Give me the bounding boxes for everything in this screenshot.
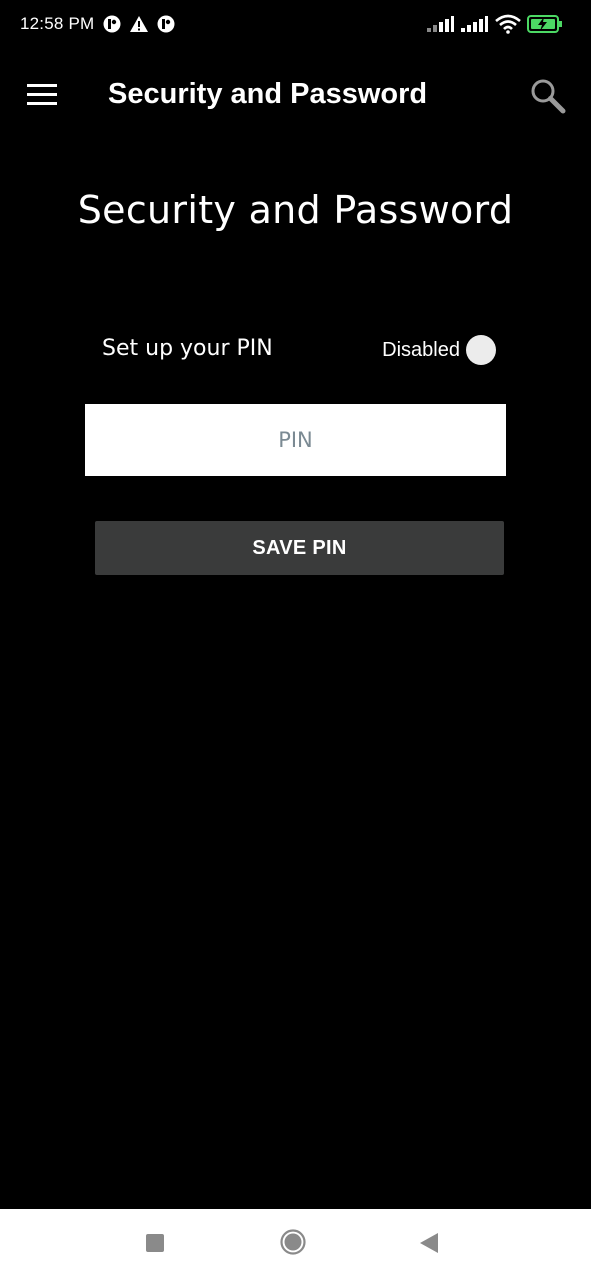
recent-apps-icon[interactable] xyxy=(146,1234,164,1252)
battery-charging-icon xyxy=(527,14,563,34)
status-notification-icons xyxy=(103,15,175,33)
toggle-knob[interactable] xyxy=(466,335,496,365)
status-time: 12:58 PM xyxy=(20,14,95,33)
notification-app-icon xyxy=(103,15,121,33)
warning-icon xyxy=(129,15,149,33)
app-bar: Security and Password xyxy=(0,60,591,132)
pin-toggle-status: Disabled xyxy=(382,338,460,361)
pin-input[interactable] xyxy=(85,404,506,476)
cell-signal-icon xyxy=(427,15,455,33)
notification-app-icon xyxy=(157,15,175,33)
app-bar-title: Security and Password xyxy=(108,78,428,110)
hamburger-menu-icon[interactable] xyxy=(27,82,57,106)
pin-enable-toggle[interactable]: Disabled xyxy=(382,334,496,366)
search-icon[interactable] xyxy=(530,78,566,114)
save-pin-button[interactable]: SAVE PIN xyxy=(95,521,504,575)
cell-signal-icon xyxy=(461,15,489,33)
back-icon[interactable] xyxy=(419,1232,439,1254)
wifi-icon xyxy=(495,14,521,34)
status-system-icons xyxy=(427,14,563,34)
pin-setup-label: Set up your PIN xyxy=(102,336,273,361)
page-title: Security and Password xyxy=(77,188,514,232)
pin-setup-row: Set up your PIN Disabled xyxy=(102,332,496,370)
home-icon[interactable] xyxy=(280,1229,306,1255)
status-bar: 12:58 PM xyxy=(0,0,591,50)
system-nav-bar xyxy=(0,1209,591,1280)
